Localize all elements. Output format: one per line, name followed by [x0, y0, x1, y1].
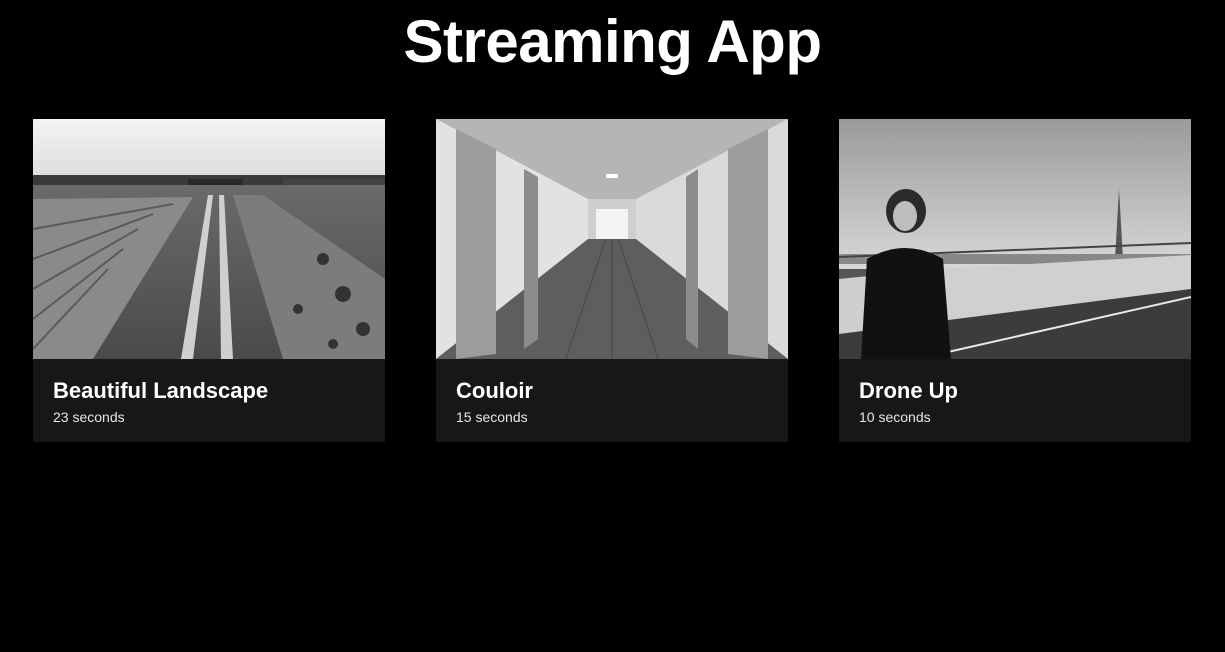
video-card-couloir[interactable]: Couloir 15 seconds	[436, 119, 788, 442]
landscape-thumbnail-image	[33, 119, 385, 359]
video-thumbnail[interactable]	[436, 119, 788, 359]
video-thumbnail[interactable]	[33, 119, 385, 359]
video-title[interactable]: Couloir	[456, 376, 533, 406]
video-duration: 15 seconds	[456, 409, 528, 425]
page-title: Streaming App	[403, 8, 822, 75]
streaming-app: Streaming App Beautiful Landscape 23 sec…	[0, 0, 1225, 652]
video-card-drone-up[interactable]: Drone Up 10 seconds	[839, 119, 1191, 442]
video-card-beautiful-landscape[interactable]: Beautiful Landscape 23 seconds	[33, 119, 385, 442]
video-thumbnail[interactable]	[839, 119, 1191, 359]
video-grid: Beautiful Landscape 23 seconds Couloir 1…	[33, 119, 1191, 442]
video-title[interactable]: Drone Up	[859, 376, 958, 406]
bridge-thumbnail-image	[839, 119, 1191, 359]
video-duration: 10 seconds	[859, 409, 931, 425]
video-duration: 23 seconds	[53, 409, 125, 425]
hallway-thumbnail-image	[436, 119, 788, 359]
video-title[interactable]: Beautiful Landscape	[53, 376, 268, 406]
